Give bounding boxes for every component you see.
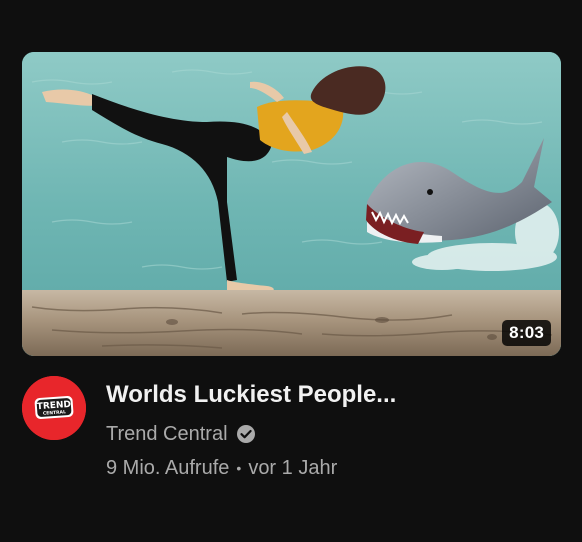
verified-check-icon <box>236 425 255 443</box>
video-thumbnail[interactable]: 8:03 <box>22 52 561 356</box>
video-meta: TREND CENTRAL Worlds Luckiest People... … <box>22 376 562 480</box>
upload-age: vor 1 Jahr <box>248 457 338 479</box>
view-count: 9 Mio. Aufrufe <box>106 457 230 479</box>
thumbnail-image <box>22 52 561 356</box>
duration-badge: 8:03 <box>502 320 551 346</box>
separator-dot: • <box>236 460 242 476</box>
trend-central-logo: TREND CENTRAL <box>22 376 86 440</box>
video-title[interactable]: Worlds Luckiest People... <box>106 380 396 410</box>
channel-name[interactable]: Trend Central <box>106 422 228 446</box>
video-card[interactable]: 8:03 TREND CENTRAL Worlds Luckiest Peopl… <box>22 52 562 480</box>
video-info: Worlds Luckiest People... Trend Central … <box>106 376 396 480</box>
channel-avatar[interactable]: TREND CENTRAL <box>22 376 86 440</box>
video-stats: 9 Mio. Aufrufe • vor 1 Jahr <box>106 456 396 480</box>
channel-row[interactable]: Trend Central <box>106 422 396 446</box>
